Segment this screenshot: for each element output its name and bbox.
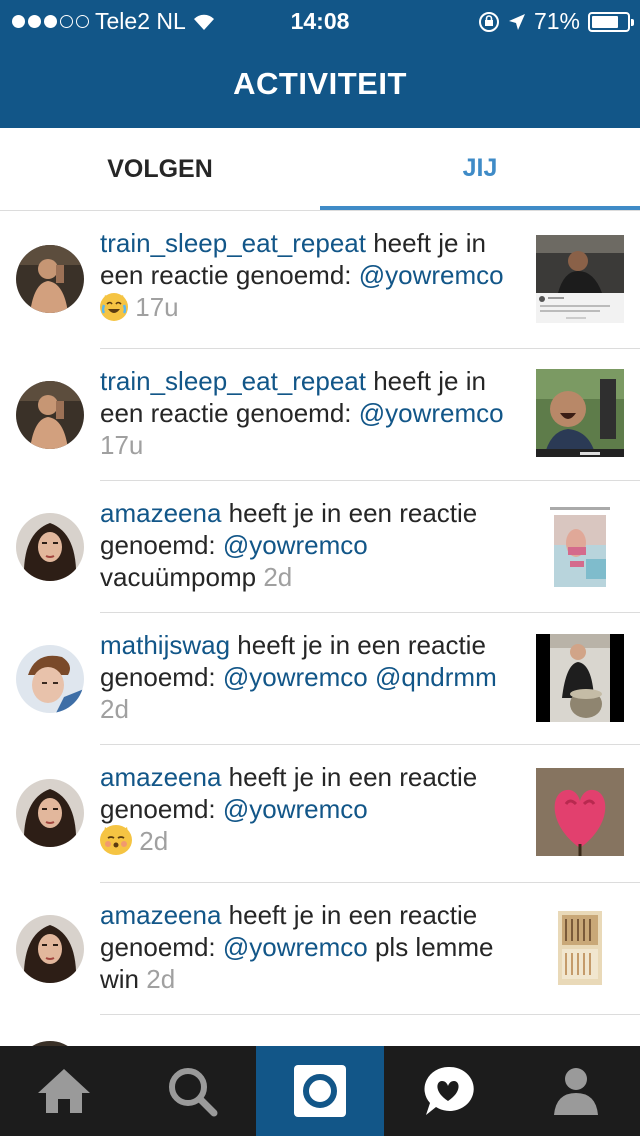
mention-link[interactable]: @yowremco: [223, 662, 368, 692]
header: Tele2 NL 14:08 71% ACTIVITEIT: [0, 0, 640, 128]
avatar[interactable]: [16, 381, 84, 449]
laughing-crying-cat-emoji-icon: [100, 293, 128, 321]
avatar[interactable]: [16, 245, 84, 313]
timestamp: 2d: [139, 826, 169, 856]
list-item[interactable]: [0, 1015, 640, 1046]
mention-link[interactable]: @yowremco: [359, 398, 504, 428]
username-link[interactable]: train_sleep_eat_repeat: [100, 228, 366, 258]
page-title: ACTIVITEIT: [233, 66, 407, 101]
mention-link[interactable]: @yowremco: [359, 260, 504, 290]
status-bar: Tele2 NL 14:08 71%: [0, 0, 640, 40]
tab-activity[interactable]: [384, 1046, 512, 1136]
mention-link[interactable]: @qndrmm: [368, 662, 497, 692]
activity-heart-icon: [424, 1066, 474, 1115]
avatar[interactable]: [16, 779, 84, 847]
battery-icon: [588, 11, 634, 32]
mention-link[interactable]: @yowremco: [223, 932, 368, 962]
avatar[interactable]: [16, 513, 84, 581]
battery-percent: 71%: [533, 8, 580, 34]
tab-volgen[interactable]: VOLGEN: [0, 128, 320, 210]
bottom-tab-bar: [0, 1046, 640, 1136]
list-item[interactable]: mathijswag heeft je in een reactie genoe…: [0, 613, 640, 745]
timestamp: 2d: [263, 562, 293, 592]
timestamp: 2d: [146, 964, 176, 994]
rotation-lock-icon: [478, 11, 499, 32]
username-link[interactable]: amazeena: [100, 762, 221, 792]
username-link[interactable]: train_sleep_eat_repeat: [100, 366, 366, 396]
post-thumbnail[interactable]: [536, 905, 624, 993]
mention-link[interactable]: @yowremco: [223, 530, 368, 560]
avatar[interactable]: [16, 915, 84, 983]
search-icon: [169, 1068, 218, 1117]
kissing-cat-emoji-icon: [100, 825, 132, 855]
list-item[interactable]: train_sleep_eat_repeat heeft je in een r…: [0, 211, 640, 349]
tab-profile[interactable]: [512, 1046, 640, 1136]
avatar[interactable]: [16, 645, 84, 713]
list-item[interactable]: amazeena heeft je in een reactie genoemd…: [0, 883, 640, 1015]
tab-search[interactable]: [128, 1046, 256, 1136]
camera-icon: [294, 1065, 346, 1117]
username-link[interactable]: amazeena: [100, 900, 221, 930]
tab-camera[interactable]: [256, 1046, 384, 1136]
tab-home[interactable]: [0, 1046, 128, 1136]
profile-icon: [554, 1068, 598, 1115]
activity-tabs: VOLGEN JIJ: [0, 128, 640, 211]
timestamp: 2d: [100, 694, 129, 724]
post-thumbnail[interactable]: [536, 235, 624, 323]
mention-link[interactable]: @yowremco: [223, 794, 368, 824]
post-thumbnail[interactable]: [536, 768, 624, 856]
timestamp: 17u: [100, 430, 144, 460]
list-item[interactable]: train_sleep_eat_repeat heeft je in een r…: [0, 349, 640, 481]
timestamp: 17u: [135, 292, 179, 322]
list-item[interactable]: amazeena heeft je in een reactie genoemd…: [0, 745, 640, 883]
comment-text: vacuümpomp: [100, 562, 257, 592]
post-thumbnail[interactable]: [536, 503, 624, 591]
post-thumbnail[interactable]: [536, 634, 624, 722]
location-arrow-icon: [508, 13, 525, 30]
home-icon: [38, 1069, 90, 1113]
username-link[interactable]: amazeena: [100, 498, 221, 528]
post-thumbnail[interactable]: [536, 369, 624, 457]
list-item[interactable]: amazeena heeft je in een reactie genoemd…: [0, 481, 640, 613]
username-link[interactable]: mathijswag: [100, 630, 230, 660]
tab-jij[interactable]: JIJ: [320, 128, 640, 210]
